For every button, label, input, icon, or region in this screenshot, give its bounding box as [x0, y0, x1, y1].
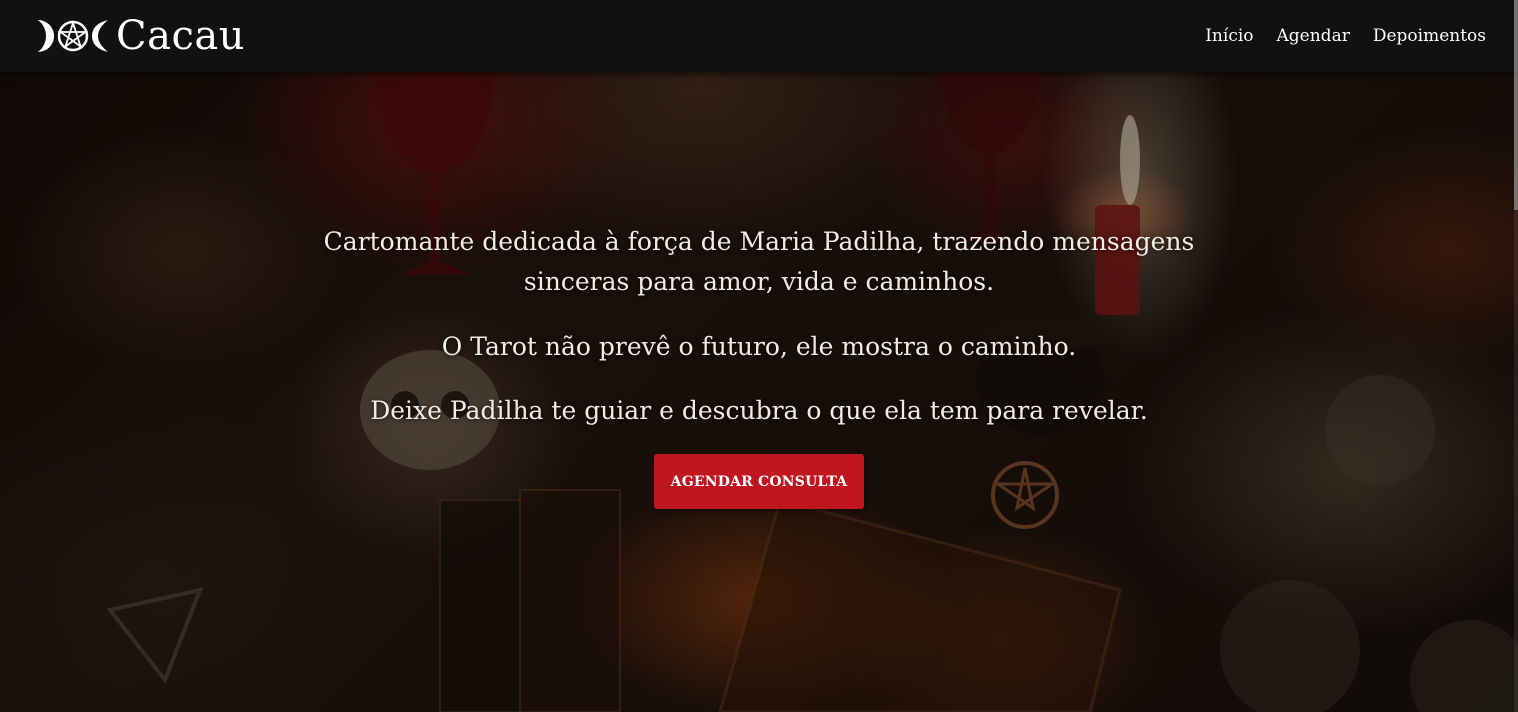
brand-name: Cacau — [116, 13, 245, 59]
nav-depoimentos[interactable]: Depoimentos — [1373, 26, 1486, 46]
triple-moon-pentagram-icon — [38, 20, 108, 52]
hero-invitation: Deixe Padilha te guiar e descubra o que … — [370, 396, 1148, 425]
page-scrollbar[interactable] — [1514, 0, 1518, 712]
main-nav: Início Agendar Depoimentos — [1205, 26, 1486, 46]
hero-quote: O Tarot não prevê o futuro, ele mostra o… — [441, 332, 1077, 361]
nav-agendar[interactable]: Agendar — [1277, 26, 1350, 46]
nav-inicio[interactable]: Início — [1205, 26, 1253, 46]
scrollbar-thumb[interactable] — [1514, 0, 1518, 210]
hero-content: Cartomante dedicada à força de Maria Pad… — [0, 222, 1518, 509]
navbar: Cacau Início Agendar Depoimentos — [0, 0, 1518, 72]
hero-tagline: Cartomante dedicada à força de Maria Pad… — [323, 227, 1195, 296]
schedule-consultation-button[interactable]: AGENDAR CONSULTA — [654, 454, 864, 509]
brand-logo-link[interactable]: Cacau — [36, 16, 245, 56]
